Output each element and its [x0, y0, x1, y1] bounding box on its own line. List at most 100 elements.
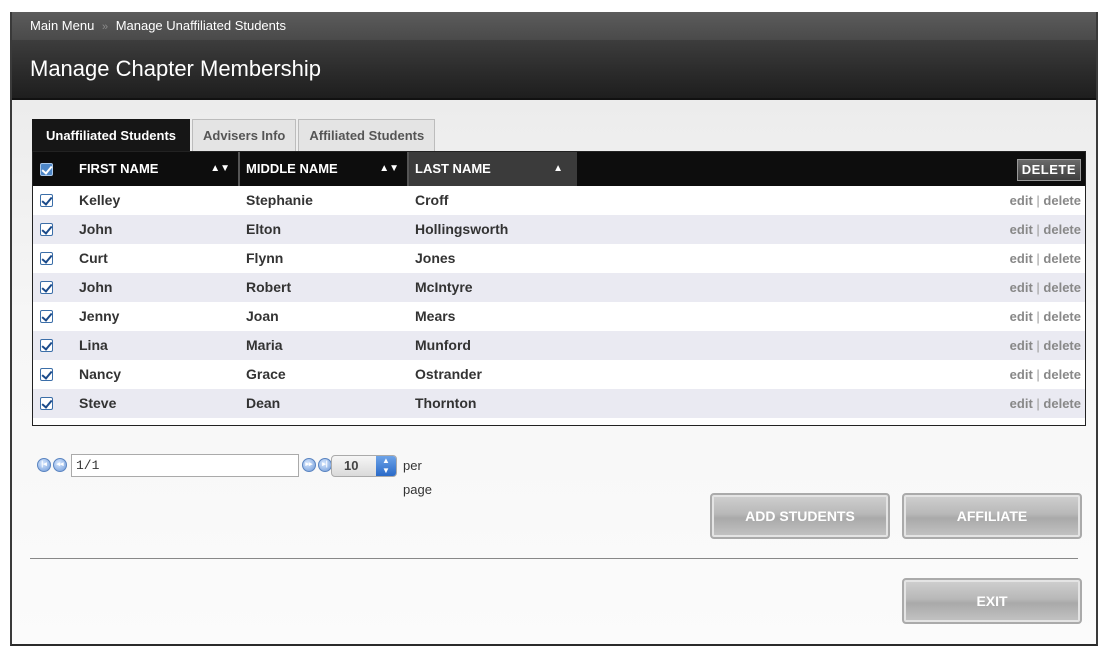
- page-title: Manage Chapter Membership: [30, 56, 322, 81]
- cell-first-name: Curt: [79, 250, 108, 266]
- row-actions: edit | delete: [1010, 186, 1081, 215]
- select-all-checkbox[interactable]: [40, 163, 53, 176]
- row-actions: edit | delete: [1010, 302, 1081, 331]
- action-separator: |: [1036, 396, 1040, 411]
- action-separator: |: [1036, 280, 1040, 295]
- table-row: John Elton Hollingsworth edit | delete: [33, 215, 1085, 244]
- row-checkbox[interactable]: [40, 252, 53, 265]
- table-row: Kelley Stephanie Croff edit | delete: [33, 186, 1085, 215]
- column-first-name-label: FIRST NAME: [79, 161, 159, 176]
- breadcrumb: Main Menu » Manage Unaffiliated Students: [12, 12, 1096, 40]
- per-page-select[interactable]: 10 ▲ ▼: [331, 455, 397, 477]
- sort-asc-icon: ▲: [553, 163, 563, 174]
- cell-first-name: Kelley: [79, 192, 121, 208]
- table-row: Jenny Joan Mears edit | delete: [33, 302, 1085, 331]
- delete-link[interactable]: delete: [1043, 280, 1081, 295]
- delete-link[interactable]: delete: [1043, 193, 1081, 208]
- edit-link[interactable]: edit: [1010, 309, 1033, 324]
- per-page-label: per page: [403, 458, 432, 497]
- row-checkbox[interactable]: [40, 397, 53, 410]
- column-last-name[interactable]: LAST NAME ▲: [409, 152, 577, 186]
- row-actions: edit | delete: [1010, 331, 1081, 360]
- row-actions: edit | delete: [1010, 244, 1081, 273]
- table-row: Steve Dean Thornton edit | delete: [33, 389, 1085, 418]
- row-checkbox[interactable]: [40, 223, 53, 236]
- table-header: FIRST NAME ▲▼ MIDDLE NAME ▲▼ LAST NAME ▲…: [33, 152, 1085, 186]
- table-row: John Robert McIntyre edit | delete: [33, 273, 1085, 302]
- edit-link[interactable]: edit: [1010, 280, 1033, 295]
- cell-middle-name: Robert: [246, 279, 292, 295]
- cell-middle-name: Flynn: [246, 250, 284, 266]
- delete-selected-button[interactable]: DELETE: [1016, 159, 1081, 181]
- affiliate-button[interactable]: AFFILIATE: [902, 493, 1082, 539]
- sort-both-icon: ▲▼: [210, 163, 230, 174]
- per-page-value: 10: [344, 458, 359, 473]
- edit-link[interactable]: edit: [1010, 396, 1033, 411]
- cell-middle-name: Stephanie: [246, 192, 313, 208]
- last-page-icon[interactable]: ▸|: [318, 458, 332, 472]
- cell-last-name: McIntyre: [415, 279, 473, 295]
- delete-link[interactable]: delete: [1043, 309, 1081, 324]
- row-checkbox[interactable]: [40, 310, 53, 323]
- delete-link[interactable]: delete: [1043, 222, 1081, 237]
- app-window: Main Menu » Manage Unaffiliated Students…: [10, 12, 1098, 646]
- delete-link[interactable]: delete: [1043, 338, 1081, 353]
- cell-first-name: Steve: [79, 395, 117, 411]
- next-page-icon[interactable]: ▸▸: [302, 458, 316, 472]
- breadcrumb-main-menu[interactable]: Main Menu: [30, 18, 94, 33]
- edit-link[interactable]: edit: [1010, 367, 1033, 382]
- action-separator: |: [1036, 222, 1040, 237]
- cell-last-name: Munford: [415, 337, 471, 353]
- column-first-name[interactable]: FIRST NAME ▲▼: [63, 152, 238, 186]
- table-row: Lina Maria Munford edit | delete: [33, 331, 1085, 360]
- action-separator: |: [1036, 367, 1040, 382]
- table-body: Kelley Stephanie Croff edit | delete John Elt…: [33, 186, 1085, 418]
- breadcrumb-current: Manage Unaffiliated Students: [115, 18, 287, 33]
- column-middle-name[interactable]: MIDDLE NAME ▲▼: [240, 152, 407, 186]
- cell-middle-name: Dean: [246, 395, 281, 411]
- row-actions: edit | delete: [1010, 273, 1081, 302]
- previous-page-icon[interactable]: ◂◂: [53, 458, 67, 472]
- divider: [30, 558, 1078, 559]
- cell-middle-name: Grace: [246, 366, 286, 382]
- cell-last-name: Ostrander: [415, 366, 482, 382]
- tab-affiliated-students[interactable]: Affiliated Students: [298, 119, 436, 151]
- stepper-arrows-icon: ▲ ▼: [376, 456, 396, 476]
- tab-unaffiliated-students[interactable]: Unaffiliated Students: [32, 119, 191, 151]
- page-input[interactable]: 1/1: [71, 454, 299, 477]
- tab-advisers-info[interactable]: Advisers Info: [192, 119, 297, 151]
- cell-first-name: John: [79, 279, 113, 295]
- students-table: FIRST NAME ▲▼ MIDDLE NAME ▲▼ LAST NAME ▲…: [32, 151, 1086, 426]
- tab-bar: Unaffiliated Students Advisers Info Affi…: [32, 119, 437, 151]
- edit-link[interactable]: edit: [1010, 338, 1033, 353]
- sort-both-icon: ▲▼: [379, 163, 399, 174]
- title-bar: Manage Chapter Membership: [12, 40, 1096, 100]
- cell-middle-name: Elton: [246, 221, 281, 237]
- first-page-icon[interactable]: |◂: [37, 458, 51, 472]
- column-middle-name-label: MIDDLE NAME: [246, 161, 338, 176]
- delete-link[interactable]: delete: [1043, 367, 1081, 382]
- cell-last-name: Croff: [415, 192, 449, 208]
- cell-last-name: Jones: [415, 250, 456, 266]
- edit-link[interactable]: edit: [1010, 193, 1033, 208]
- cell-first-name: Jenny: [79, 308, 120, 324]
- delete-link[interactable]: delete: [1043, 251, 1081, 266]
- cell-first-name: Lina: [79, 337, 108, 353]
- table-row: Curt Flynn Jones edit | delete: [33, 244, 1085, 273]
- edit-link[interactable]: edit: [1010, 251, 1033, 266]
- exit-button[interactable]: EXIT: [902, 578, 1082, 624]
- cell-middle-name: Maria: [246, 337, 283, 353]
- row-checkbox[interactable]: [40, 368, 53, 381]
- action-separator: |: [1036, 338, 1040, 353]
- row-checkbox[interactable]: [40, 281, 53, 294]
- edit-link[interactable]: edit: [1010, 222, 1033, 237]
- row-actions: edit | delete: [1010, 360, 1081, 389]
- row-checkbox[interactable]: [40, 194, 53, 207]
- cell-last-name: Mears: [415, 308, 456, 324]
- add-students-button[interactable]: ADD STUDENTS: [710, 493, 890, 539]
- action-separator: |: [1036, 309, 1040, 324]
- row-checkbox[interactable]: [40, 339, 53, 352]
- action-separator: |: [1036, 193, 1040, 208]
- delete-link[interactable]: delete: [1043, 396, 1081, 411]
- cell-first-name: John: [79, 221, 113, 237]
